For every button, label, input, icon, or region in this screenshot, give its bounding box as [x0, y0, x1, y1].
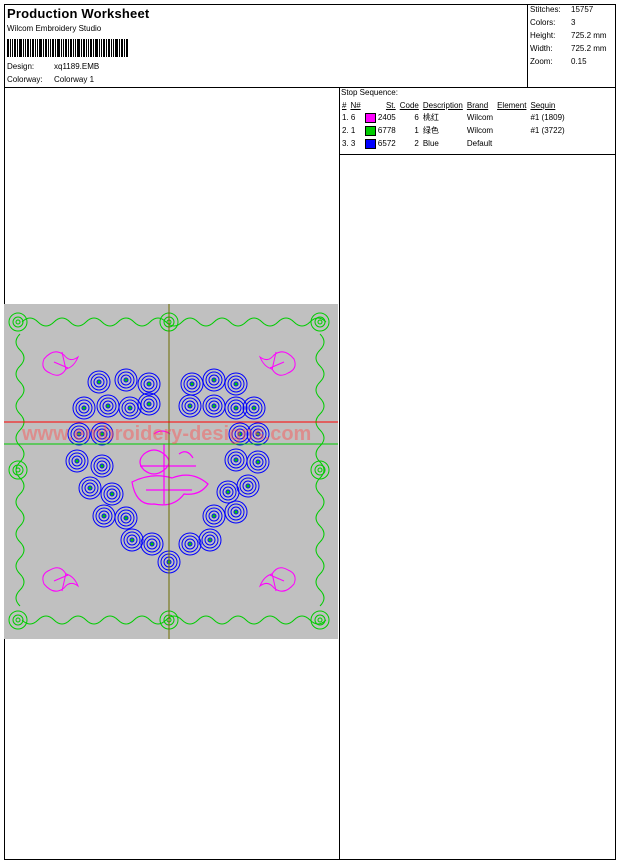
spiral-center-dot [234, 510, 238, 514]
row-number: 1. 6 [342, 113, 356, 122]
row-sequin [528, 137, 566, 150]
row-code: 2 [414, 139, 419, 148]
barcode [7, 39, 128, 57]
spiral-center-dot [212, 378, 216, 382]
spiral-center-dot [212, 514, 216, 518]
col-sequin: Sequin [530, 101, 556, 110]
row-description: Blue [422, 139, 439, 148]
row-description: 桃红 [422, 113, 439, 122]
stop-sequence-table: # N# St. Code Description Brand Element … [340, 100, 567, 150]
stats-divider [527, 4, 528, 87]
design-preview: www.embroidery-designs.com [4, 304, 338, 639]
spiral-center-dot [234, 406, 238, 410]
spiral-center-dot [128, 406, 132, 410]
row-code: 6 [414, 113, 419, 122]
spiral-center-dot [106, 404, 110, 408]
design-label: Design: [7, 62, 35, 71]
stop-sequence-title: Stop Sequence: [341, 88, 398, 97]
watermark-text: www.embroidery-designs.com [21, 423, 311, 445]
stat-zoom: Zoom: 0.15 [530, 57, 587, 66]
sequence-divider [339, 154, 616, 155]
stat-height: Height: 725.2 mm [530, 31, 607, 40]
stat-stitches: Stitches: 15757 [530, 5, 594, 14]
spiral-center-dot [110, 492, 114, 496]
col-num: # [342, 101, 347, 110]
spiral-center-dot [190, 382, 194, 386]
spiral-center-dot [75, 459, 79, 463]
spiral-center-dot [124, 516, 128, 520]
design-row: Design: xq1189.EMB [7, 62, 99, 71]
design-background [4, 304, 338, 639]
col-st: St. [385, 101, 396, 110]
spiral-center-dot [82, 406, 86, 410]
spiral-center-dot [208, 538, 212, 542]
header-divider [4, 87, 616, 88]
row-swatch-code: 6778 [363, 124, 398, 137]
table-row: 2. 1 6778 1 绿色 Wilcom #1 (3722) [340, 124, 567, 137]
spiral-center-dot [88, 486, 92, 490]
color-swatch [364, 125, 376, 136]
spiral-center-dot [130, 538, 134, 542]
table-row: 3. 3 6572 2 Blue Default [340, 137, 567, 150]
row-description: 绿色 [422, 126, 439, 135]
spiral-center-dot [147, 402, 151, 406]
row-swatch-code: 2405 [363, 111, 398, 124]
panel-divider [339, 87, 340, 860]
row-element [495, 124, 528, 137]
stat-colors: Colors: 3 [530, 18, 576, 27]
colorway-label: Colorway: [7, 75, 43, 84]
row-sequin: #1 (3722) [530, 126, 565, 135]
color-swatch [364, 138, 376, 149]
spiral-center-dot [234, 458, 238, 462]
row-swatch-code: 6572 [363, 137, 398, 150]
col-description: Description [422, 101, 463, 110]
col-n: N# [350, 101, 361, 110]
row-brand: Wilcom [466, 126, 494, 135]
row-sequin: #1 (1809) [530, 113, 565, 122]
design-value: xq1189.EMB [54, 62, 100, 71]
spiral-center-dot [124, 378, 128, 382]
color-swatch [364, 112, 376, 123]
studio-name: Wilcom Embroidery Studio [7, 24, 102, 33]
stat-width: Width: 725.2 mm [530, 44, 607, 53]
spiral-center-dot [226, 490, 230, 494]
spiral-center-dot [188, 404, 192, 408]
row-number: 2. 1 [342, 126, 356, 135]
row-code: 1 [414, 126, 419, 135]
row-element [495, 111, 528, 124]
spiral-center-dot [147, 382, 151, 386]
spiral-center-dot [212, 404, 216, 408]
row-element [495, 137, 528, 150]
row-brand: Wilcom [466, 113, 494, 122]
spiral-center-dot [246, 484, 250, 488]
spiral-center-dot [102, 514, 106, 518]
col-brand: Brand [466, 101, 489, 110]
row-brand: Default [466, 139, 493, 148]
colorway-value: Colorway 1 [54, 75, 95, 84]
table-row: 1. 6 2405 6 桃红 Wilcom #1 (1809) [340, 111, 567, 124]
spiral-center-dot [150, 542, 154, 546]
spiral-center-dot [252, 406, 256, 410]
spiral-center-dot [100, 464, 104, 468]
col-code: Code [399, 101, 419, 110]
colorway-row: Colorway: Colorway 1 [7, 75, 94, 84]
spiral-center-dot [234, 382, 238, 386]
spiral-center-dot [188, 542, 192, 546]
row-number: 3. 3 [342, 139, 356, 148]
page-title: Production Worksheet [7, 6, 150, 21]
spiral-center-dot [97, 380, 101, 384]
spiral-center-dot [256, 460, 260, 464]
table-header-row: # N# St. Code Description Brand Element … [340, 100, 567, 111]
col-element: Element [497, 101, 527, 110]
